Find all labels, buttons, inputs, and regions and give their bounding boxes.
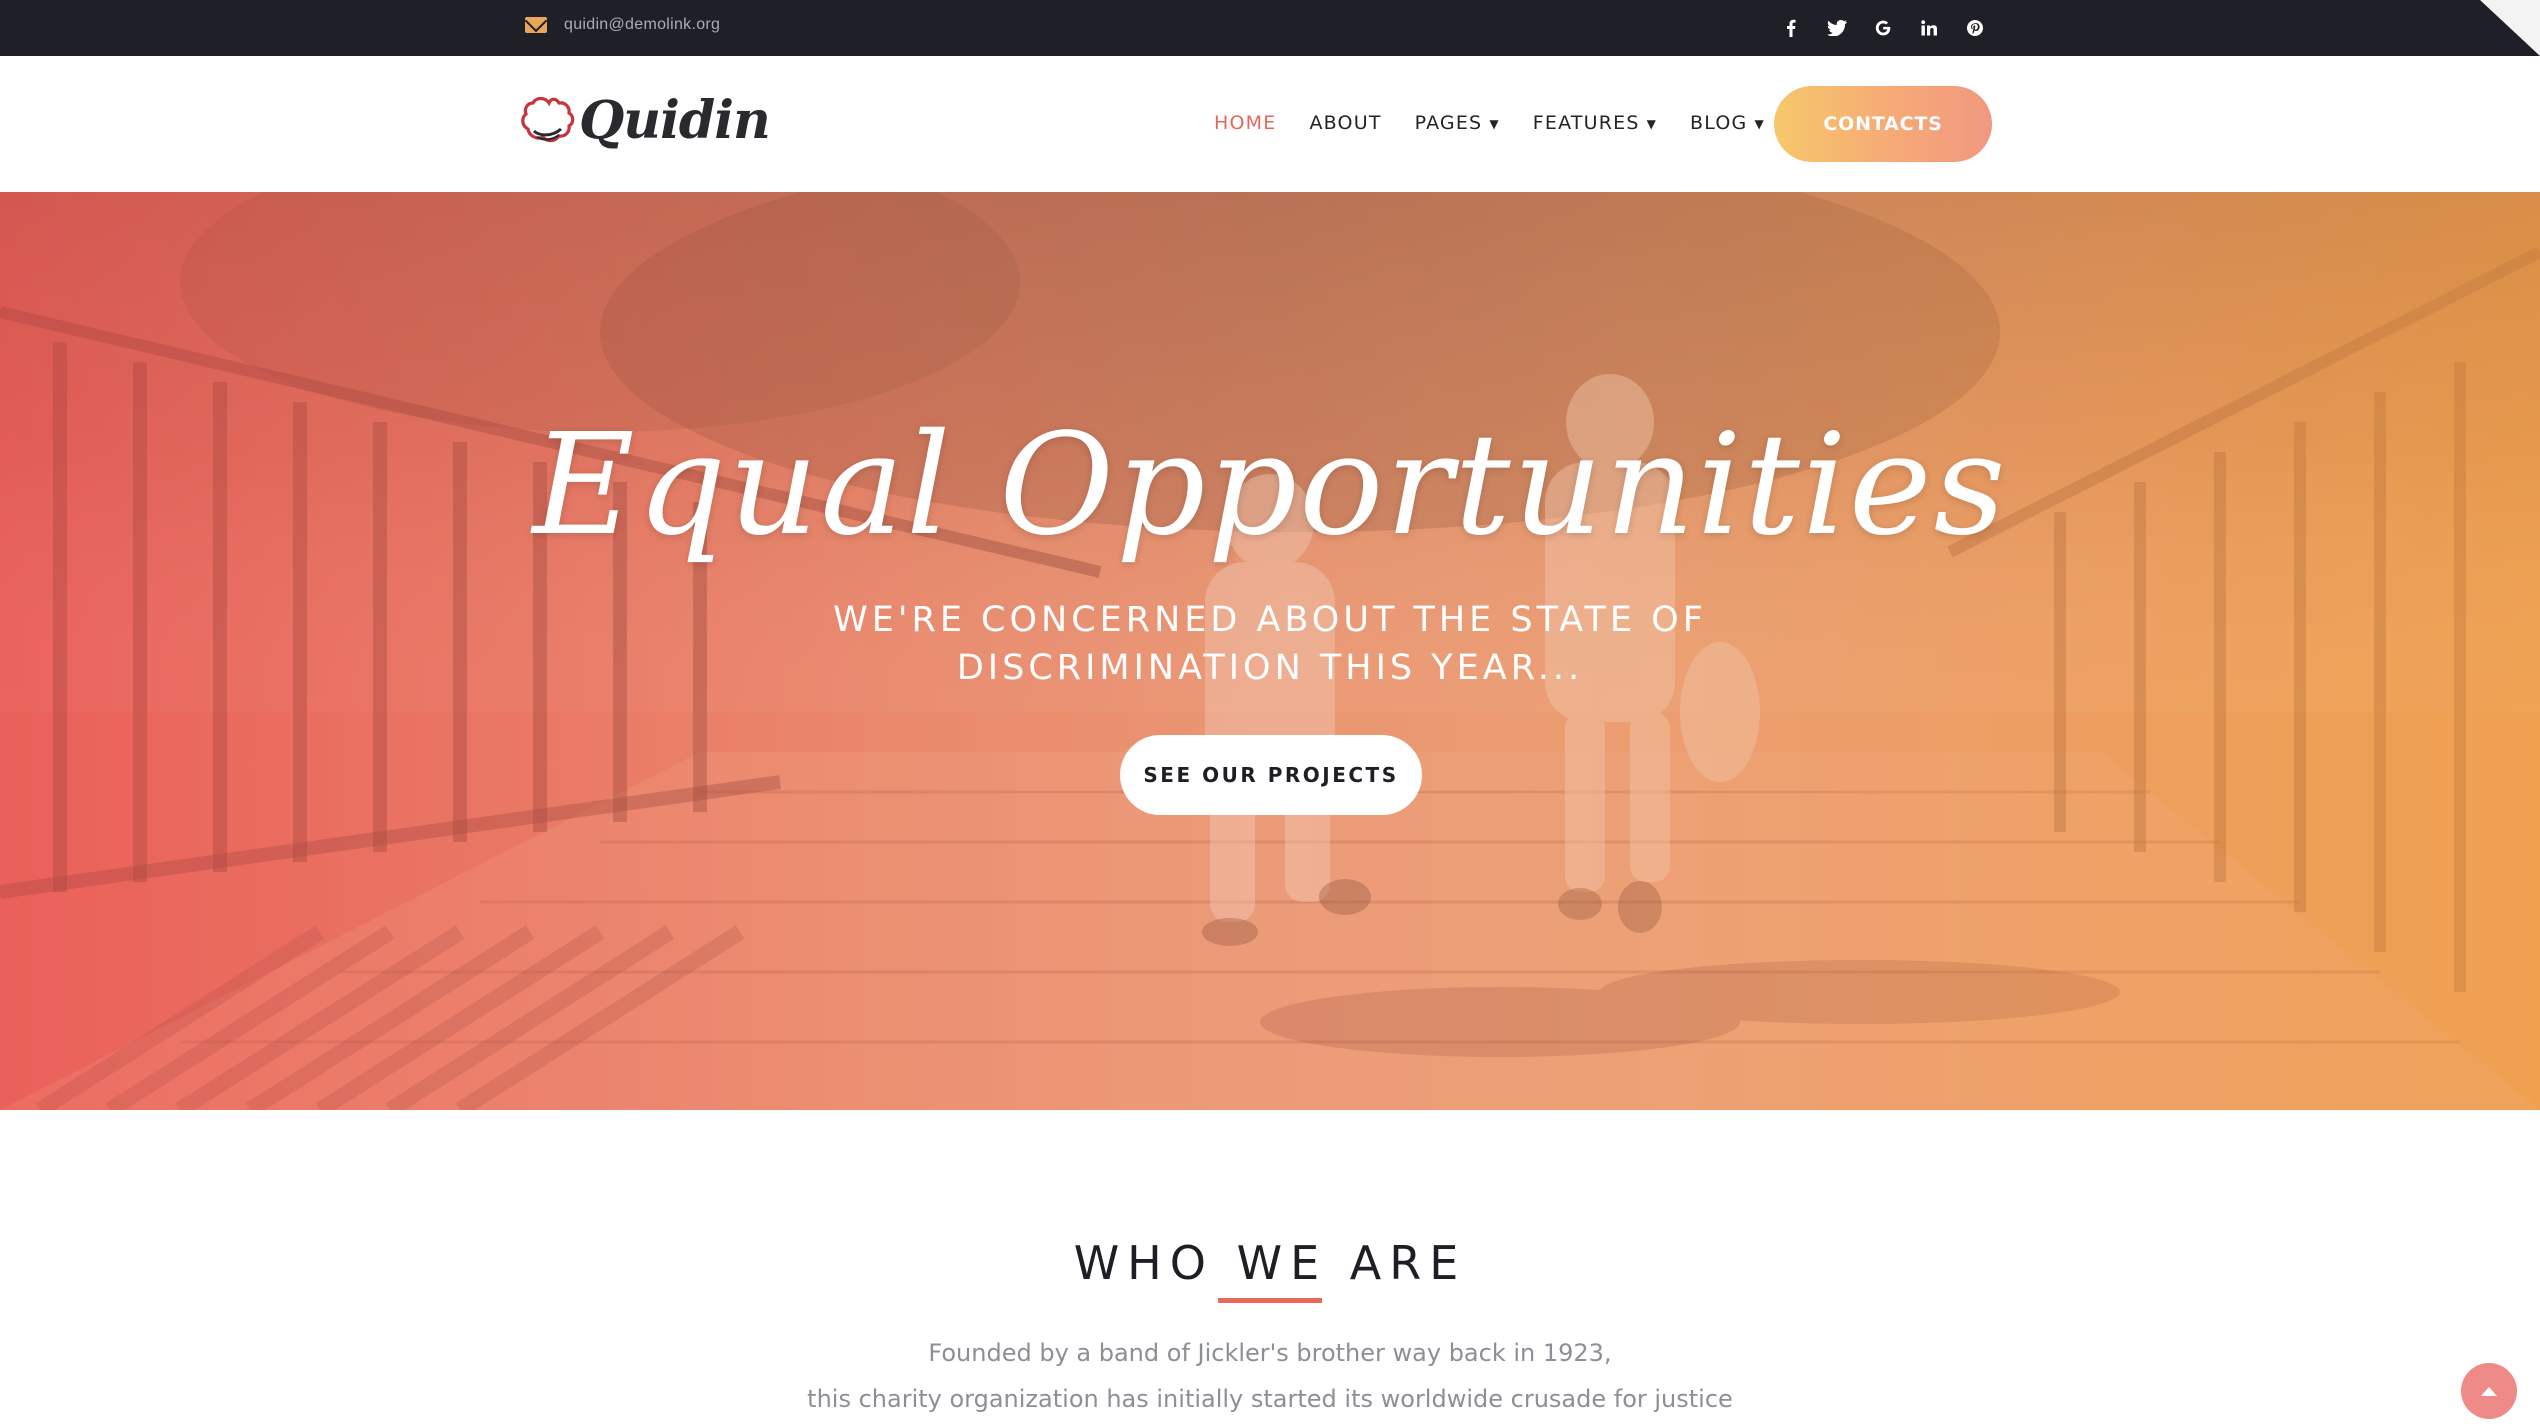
title-underline	[1218, 1298, 1322, 1303]
hero-subtitle-line2: DISCRIMINATION THIS YEAR...	[956, 648, 1584, 688]
chevron-down-icon: ▼	[1489, 117, 1500, 131]
section-description: Founded by a band of Jickler's brother w…	[0, 1330, 2540, 1422]
nav-features-label: FEATURES	[1532, 112, 1640, 134]
envelope-icon	[525, 17, 547, 33]
logo-icon	[521, 96, 575, 142]
email-text[interactable]: quidin@demolink.org	[564, 16, 720, 34]
corner-decoration	[2480, 0, 2540, 56]
see-projects-button[interactable]: SEE OUR PROJECTS	[1120, 735, 1422, 815]
site-header: Quidin HOME ABOUT PAGES ▼ FEATURES ▼ BLO…	[0, 56, 2540, 192]
nav-features[interactable]: FEATURES ▼	[1533, 112, 1657, 134]
email-contact[interactable]: quidin@demolink.org	[525, 16, 720, 34]
google-icon[interactable]	[1860, 14, 1906, 42]
twitter-icon[interactable]	[1814, 14, 1860, 42]
contacts-button[interactable]: CONTACTS	[1774, 86, 1992, 162]
nav-home-label: HOME	[1214, 112, 1277, 134]
main-nav: HOME ABOUT PAGES ▼ FEATURES ▼ BLOG ▼	[1214, 112, 1798, 134]
scroll-to-top-button[interactable]	[2461, 1363, 2517, 1419]
nav-about[interactable]: ABOUT	[1309, 112, 1381, 134]
nav-home[interactable]: HOME	[1214, 112, 1276, 134]
logo-text: Quidin	[579, 90, 771, 151]
hero-subtitle-line1: WE'RE CONCERNED ABOUT THE STATE OF	[833, 600, 1707, 640]
hero-title: Equal Opportunities	[532, 404, 2008, 567]
chevron-down-icon: ▼	[1754, 117, 1765, 131]
nav-blog-label: BLOG	[1690, 112, 1748, 134]
chevron-down-icon: ▼	[1646, 117, 1658, 131]
section-title: WHO WE ARE	[1073, 1236, 1467, 1290]
hero-subtitle: WE'RE CONCERNED ABOUT THE STATE OF DISCR…	[820, 596, 1720, 692]
logo[interactable]: Quidin	[521, 90, 771, 151]
nav-pages-label: PAGES	[1414, 112, 1483, 134]
hero-banner: Equal Opportunities WE'RE CONCERNED ABOU…	[0, 192, 2540, 1110]
nav-about-label: ABOUT	[1309, 112, 1382, 134]
description-line2: this charity organization has initially …	[807, 1385, 1733, 1413]
nav-pages[interactable]: PAGES ▼	[1415, 112, 1500, 134]
arrow-up-icon	[2481, 1386, 2497, 1396]
facebook-icon[interactable]	[1768, 14, 1814, 42]
nav-blog[interactable]: BLOG ▼	[1690, 112, 1765, 134]
linkedin-icon[interactable]	[1906, 14, 1952, 42]
top-bar: quidin@demolink.org	[0, 0, 2540, 56]
social-links	[1768, 14, 1998, 42]
description-line1: Founded by a band of Jickler's brother w…	[928, 1339, 1612, 1367]
pinterest-icon[interactable]	[1952, 14, 1998, 42]
